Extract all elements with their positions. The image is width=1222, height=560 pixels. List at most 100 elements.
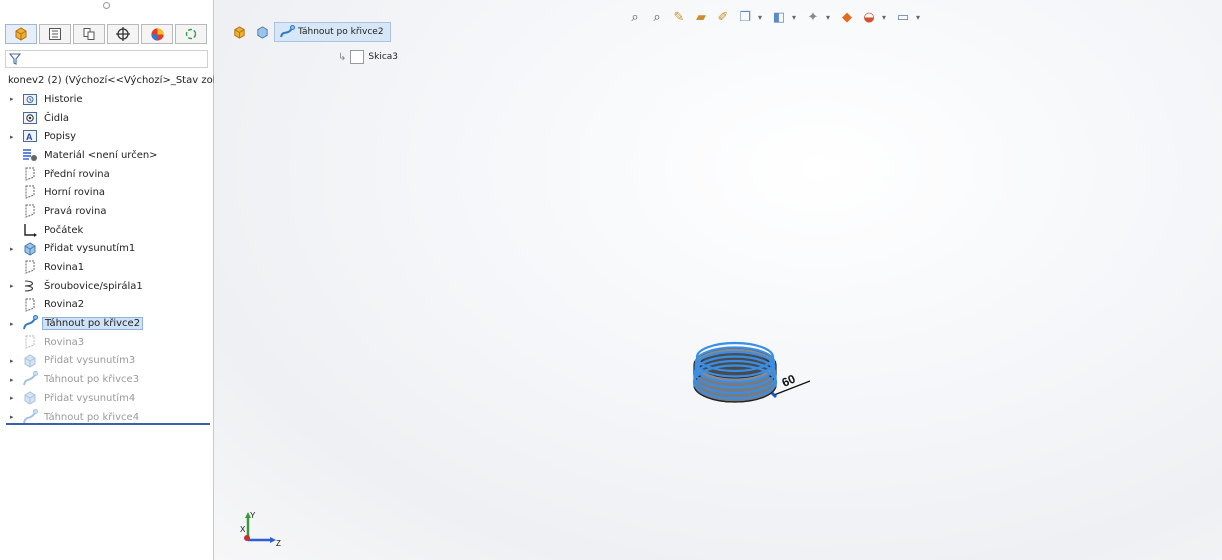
tree-item[interactable]: ▸ Šroubovice/spirála1 <box>0 277 213 296</box>
scene-dropdown-icon[interactable]: ▾ <box>882 13 890 22</box>
tree-item[interactable]: ▸ Přidat vysunutím3 <box>0 352 213 371</box>
tree-filter[interactable] <box>5 50 208 68</box>
tree-item-label: Popisy <box>44 131 77 143</box>
display-style-button[interactable]: ◧ <box>770 8 788 26</box>
breadcrumb-body[interactable] <box>251 23 274 41</box>
scene-icon: ◒ <box>863 9 875 25</box>
section-view-button[interactable]: ▰ <box>692 8 710 26</box>
expand-arrow-icon[interactable]: ▸ <box>10 133 16 141</box>
triad-x-label: X <box>240 525 246 534</box>
expand-arrow-icon[interactable]: ▸ <box>10 245 16 253</box>
annotation-icon: ✐ <box>717 9 729 25</box>
tree-root-label: konev2 (2) (Výchozí<<Výchozí>_Stav zob <box>8 74 214 86</box>
plane-icon <box>25 335 35 349</box>
tree-item[interactable]: ▸ Táhnout po křivce2 <box>0 314 213 333</box>
tree-item[interactable]: ▸ Přidat vysunutím4 <box>0 389 213 408</box>
tree-item[interactable]: Pravá rovina <box>0 202 213 221</box>
plane-icon <box>25 298 35 312</box>
tree-item[interactable]: Rovina1 <box>0 258 213 277</box>
hide-show-dropdown-icon[interactable]: ▾ <box>826 13 834 22</box>
tree-item[interactable]: ▸ Historie <box>0 90 213 109</box>
zoom-area-button[interactable]: ⌕ <box>648 8 666 26</box>
extrude-icon <box>24 354 36 368</box>
breadcrumb-part[interactable] <box>228 23 251 41</box>
reference-triad: Y X Z <box>240 511 281 548</box>
tree-item[interactable]: ▸ Přidat vysunutím1 <box>0 240 213 259</box>
appearance-icon: ◆ <box>842 9 852 25</box>
svg-text:A: A <box>26 132 33 142</box>
sweep-icon <box>23 315 38 330</box>
tree-item-label: Čidla <box>44 112 70 124</box>
refresh-icon <box>185 28 197 40</box>
edit-appearance-button[interactable]: ◆ <box>838 8 856 26</box>
material-icon <box>23 149 37 162</box>
annotations-icon: A <box>23 130 37 143</box>
breadcrumb-sketch[interactable]: ↳ Skica3 <box>338 50 398 64</box>
plane-icon <box>25 204 35 218</box>
tree-item[interactable]: Počátek <box>0 221 213 240</box>
cylinder-helix-model[interactable]: 60 <box>690 335 830 425</box>
tree-item-label: Táhnout po křivce2 <box>42 317 144 331</box>
tree-item-label: Táhnout po křivce3 <box>44 374 140 386</box>
sketch-icon <box>350 50 365 64</box>
hide-show-icon: ✦ <box>807 9 819 25</box>
breadcrumb-feature[interactable]: Táhnout po křivce2 <box>274 22 391 42</box>
view-orientation-button[interactable]: ❐ <box>736 8 754 26</box>
tree-item[interactable]: Rovina2 <box>0 296 213 315</box>
tab-more[interactable] <box>175 24 207 44</box>
sweep-icon <box>23 371 38 386</box>
zoom-area-icon: ⌕ <box>653 9 661 25</box>
previous-view-icon: ✎ <box>673 9 685 25</box>
triad-z-label: Z <box>276 539 281 548</box>
view-settings-dropdown-icon[interactable]: ▾ <box>916 13 924 22</box>
breadcrumb-sketch-label: Skica3 <box>368 52 399 62</box>
tree-item[interactable]: Přední rovina <box>0 165 213 184</box>
apply-scene-button[interactable]: ◒ <box>860 8 878 26</box>
tree-item[interactable]: Materiál <není určen> <box>0 146 213 165</box>
expand-arrow-icon[interactable]: ▸ <box>10 320 16 328</box>
tree-root-part[interactable]: konev2 (2) (Výchozí<<Výchozí>_Stav zob <box>4 71 214 89</box>
tree-item[interactable]: Čidla <box>0 109 213 128</box>
configuration-manager-icon <box>83 28 95 40</box>
display-style-icon: ◧ <box>772 9 786 25</box>
rollback-bar[interactable] <box>6 423 210 425</box>
panel-grip[interactable] <box>0 0 213 12</box>
tree-item-label: Přidat vysunutím1 <box>44 243 136 255</box>
hide-show-items-button[interactable]: ✦ <box>804 8 822 26</box>
part-icon <box>234 25 245 39</box>
tree-item[interactable]: ▸ A Popisy <box>0 127 213 146</box>
graphics-area[interactable]: Táhnout po křivce2 ↳ Skica3 ⌕ ⌕ ✎ ▰ ✐ ❐ … <box>214 0 1222 560</box>
display-manager-icon <box>150 27 164 41</box>
display-style-dropdown-icon[interactable]: ▾ <box>792 13 800 22</box>
view-orientation-icon: ❐ <box>739 9 751 25</box>
tree-item[interactable]: ▸ Táhnout po křivce3 <box>0 370 213 389</box>
plane-icon <box>25 260 35 274</box>
tree-item-label: Historie <box>44 93 83 105</box>
tab-property-manager[interactable] <box>39 24 71 44</box>
zoom-to-fit-button[interactable]: ⌕ <box>626 8 644 26</box>
tree-item[interactable]: Horní rovina <box>0 183 213 202</box>
expand-arrow-icon[interactable]: ▸ <box>10 95 16 103</box>
view-settings-button[interactable]: ▭ <box>894 8 912 26</box>
extrude-icon <box>24 391 36 405</box>
dynamic-annotation-button[interactable]: ✐ <box>714 8 732 26</box>
view-orientation-dropdown-icon[interactable]: ▾ <box>758 13 766 22</box>
tab-configuration-manager[interactable] <box>73 24 105 44</box>
expand-arrow-icon[interactable]: ▸ <box>10 282 16 290</box>
tree-item[interactable]: Rovina3 <box>0 333 213 352</box>
tab-feature-manager[interactable] <box>5 24 37 44</box>
expand-arrow-icon[interactable]: ▸ <box>10 413 16 421</box>
tab-dimxpert-manager[interactable] <box>107 24 139 44</box>
arrow-right-icon: ↳ <box>338 51 347 63</box>
breadcrumb: Táhnout po křivce2 <box>228 22 391 42</box>
expand-arrow-icon[interactable]: ▸ <box>10 394 16 402</box>
tab-display-manager[interactable] <box>141 24 173 44</box>
expand-arrow-icon[interactable]: ▸ <box>10 376 16 384</box>
tree-item-label: Přidat vysunutím4 <box>44 392 136 404</box>
tree-item-label: Šroubovice/spirála1 <box>44 280 143 292</box>
expand-arrow-icon[interactable]: ▸ <box>10 357 16 365</box>
feature-manager-panel: konev2 (2) (Výchozí<<Výchozí>_Stav zob ▸… <box>0 0 214 560</box>
previous-view-button[interactable]: ✎ <box>670 8 688 26</box>
tree-item-label: Přední rovina <box>44 168 110 180</box>
plane-icon <box>25 167 35 181</box>
